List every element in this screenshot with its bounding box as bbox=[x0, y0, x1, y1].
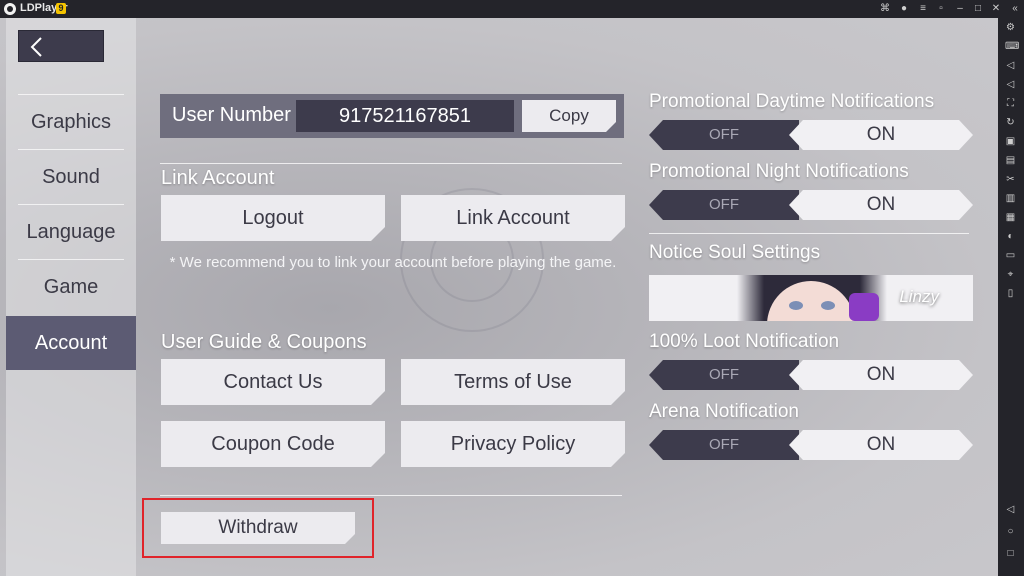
toggle-on-option[interactable]: ON bbox=[789, 430, 973, 460]
title-bar: LDPlayer 9 ⌘ ● ≡ ▫ – □ ✕ « bbox=[0, 0, 1024, 18]
minimize-icon[interactable]: – bbox=[953, 2, 967, 16]
withdraw-highlight bbox=[142, 498, 374, 558]
link-account-button[interactable]: Link Account bbox=[401, 195, 625, 241]
toggle-off-option[interactable]: OFF bbox=[649, 190, 799, 220]
maximize-icon[interactable]: □ bbox=[971, 2, 985, 16]
sync-icon[interactable]: ◐ bbox=[1005, 231, 1016, 242]
chevron-left-icon bbox=[30, 37, 42, 57]
volume-up-icon[interactable]: ◁ bbox=[1005, 60, 1016, 71]
version-badge: 9 bbox=[56, 3, 66, 14]
collapse-sidebar-icon[interactable]: « bbox=[1008, 2, 1022, 16]
volume-down-icon[interactable]: ◁ bbox=[1005, 79, 1016, 90]
toggle-off-option[interactable]: OFF bbox=[649, 430, 799, 460]
record-icon[interactable]: ▤ bbox=[1005, 155, 1016, 166]
scissors-icon[interactable]: ✂ bbox=[1005, 174, 1016, 185]
contact-us-button[interactable]: Contact Us bbox=[161, 359, 385, 405]
ldplayer-logo-icon bbox=[4, 3, 16, 15]
coupon-code-button[interactable]: Coupon Code bbox=[161, 421, 385, 467]
menu-icon[interactable]: ≡ bbox=[916, 2, 930, 16]
toggle-off-option[interactable]: OFF bbox=[649, 120, 799, 150]
sidebar-item-graphics[interactable]: Graphics bbox=[6, 95, 136, 149]
notice-soul-banner[interactable]: Linzy bbox=[649, 275, 973, 321]
toggle-on-option[interactable]: ON bbox=[789, 360, 973, 390]
rotate-icon[interactable]: ↻ bbox=[1005, 117, 1016, 128]
copy-button[interactable]: Copy bbox=[522, 100, 616, 132]
arena-notification-toggle[interactable]: OFF ON bbox=[649, 430, 973, 460]
sidebar-item-account[interactable]: Account bbox=[6, 316, 136, 370]
emulator-toolbar: ⚙ ⌨ ◁ ◁ ⛶ ↻ ▣ ▤ ✂ ▥ ▦ ◐ ▭ ⌖ ▯ ◁ ○ □ bbox=[998, 18, 1024, 576]
back-button[interactable] bbox=[18, 30, 104, 62]
arena-notification-title: Arena Notification bbox=[649, 401, 799, 422]
user-number-row: User Number 917521167851 Copy bbox=[160, 94, 624, 138]
sidebar-item-game[interactable]: Game bbox=[6, 260, 136, 314]
home-nav-icon[interactable]: ○ bbox=[1005, 526, 1016, 537]
user-guide-title: User Guide & Coupons bbox=[161, 331, 367, 353]
back-nav-icon[interactable]: ◁ bbox=[1005, 504, 1016, 515]
privacy-policy-button[interactable]: Privacy Policy bbox=[401, 421, 625, 467]
keyboard-icon[interactable]: ⌨ bbox=[1005, 41, 1019, 52]
loot-notification-toggle[interactable]: OFF ON bbox=[649, 360, 973, 390]
logout-button[interactable]: Logout bbox=[161, 195, 385, 241]
night-notification-toggle[interactable]: OFF ON bbox=[649, 190, 973, 220]
daytime-notification-title: Promotional Daytime Notifications bbox=[649, 91, 935, 112]
toggle-on-option[interactable]: ON bbox=[789, 190, 973, 220]
location-icon[interactable]: ⌖ bbox=[1005, 269, 1016, 280]
night-notification-title: Promotional Night Notifications bbox=[649, 161, 909, 182]
multi-instance-icon[interactable]: ▦ bbox=[1005, 212, 1016, 223]
user-number-label: User Number bbox=[172, 104, 291, 126]
close-icon[interactable]: ✕ bbox=[989, 2, 1003, 16]
shake-icon[interactable]: ▯ bbox=[1005, 288, 1016, 299]
sidebar-item-language[interactable]: Language bbox=[6, 205, 136, 259]
settings-icon[interactable]: ⚙ bbox=[1005, 22, 1016, 33]
screenshot-icon[interactable]: ▣ bbox=[1005, 136, 1016, 147]
sidebar-item-sound[interactable]: Sound bbox=[6, 150, 136, 204]
loot-notification-title: 100% Loot Notification bbox=[649, 331, 840, 352]
soul-eye bbox=[789, 301, 803, 310]
notice-soul-title: Notice Soul Settings bbox=[649, 242, 821, 263]
recent-apps-icon[interactable]: □ bbox=[1005, 548, 1016, 559]
fullscreen-icon[interactable]: ⛶ bbox=[1005, 98, 1016, 109]
game-screen: Graphics Sound Language Game Account Use… bbox=[0, 18, 998, 576]
toggle-on-option[interactable]: ON bbox=[789, 120, 973, 150]
folder-icon[interactable]: ▭ bbox=[1005, 250, 1016, 261]
section-divider bbox=[160, 495, 622, 496]
section-divider bbox=[649, 233, 969, 234]
section-divider bbox=[160, 163, 622, 164]
account-icon[interactable]: ● bbox=[897, 2, 911, 16]
link-account-title: Link Account bbox=[161, 167, 275, 189]
gamepad-icon[interactable]: ⌘ bbox=[878, 2, 892, 16]
soul-name: Linzy bbox=[899, 287, 939, 306]
terms-of-use-button[interactable]: Terms of Use bbox=[401, 359, 625, 405]
toggle-off-option[interactable]: OFF bbox=[649, 360, 799, 390]
link-account-note: * We recommend you to link your account … bbox=[169, 254, 617, 271]
apk-install-icon[interactable]: ▥ bbox=[1005, 193, 1016, 204]
soul-eye bbox=[821, 301, 835, 310]
restore-window-icon[interactable]: ▫ bbox=[934, 2, 948, 16]
daytime-notification-toggle[interactable]: OFF ON bbox=[649, 120, 973, 150]
soul-accessory bbox=[849, 293, 879, 321]
user-number-value: 917521167851 bbox=[296, 100, 514, 132]
